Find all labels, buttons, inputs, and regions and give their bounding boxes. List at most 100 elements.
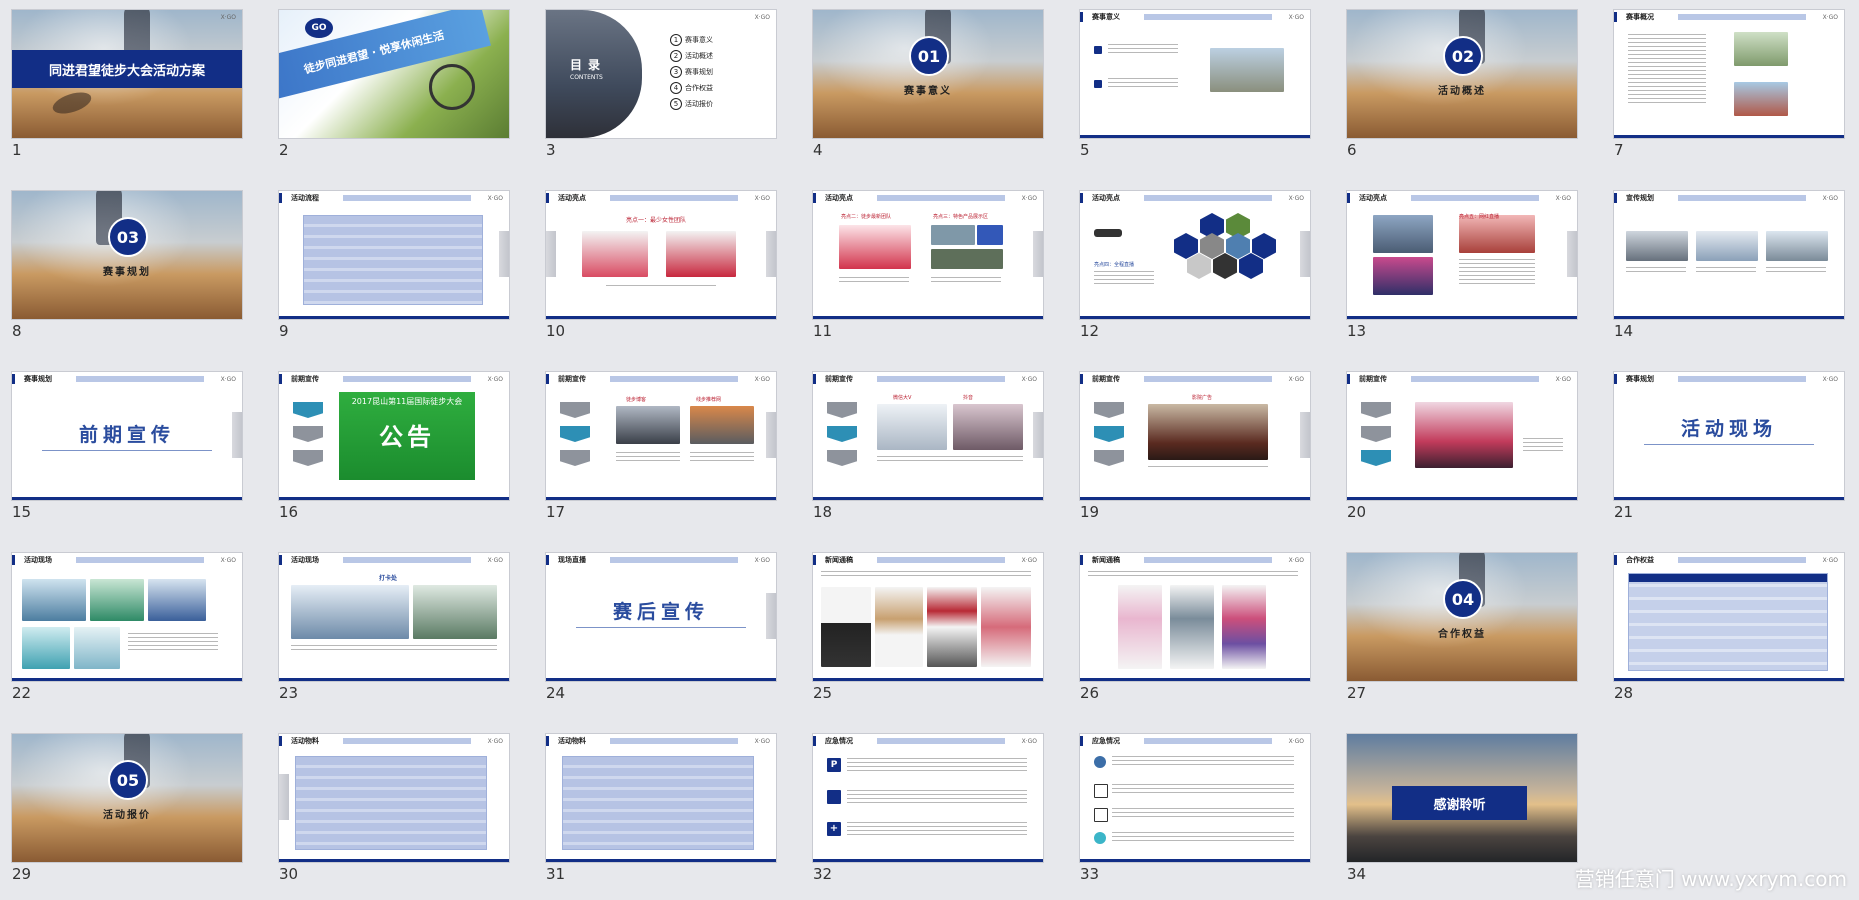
slide-header: 活动亮点 (1092, 194, 1120, 202)
fire-icon (1094, 808, 1108, 822)
slide-thumb-26[interactable]: 新闻通稿 X·GO 26 (1080, 553, 1310, 705)
info-icon (1094, 832, 1106, 844)
slide-number: 4 (813, 141, 823, 159)
slide-thumb-31[interactable]: 活动物料 X·GO 31 (546, 734, 776, 886)
slide-thumb-21[interactable]: 赛事规划 X·GO 活动现场 21 (1614, 372, 1844, 524)
slide-21[interactable]: 赛事规划 X·GO 活动现场 (1614, 372, 1844, 500)
slide-header: 宣传规划 (1626, 194, 1654, 202)
slide-number: 6 (1347, 141, 1357, 159)
slide-11[interactable]: 活动亮点 X·GO 亮点二：徒步最新团队 亮点三：特色产品展示区 (813, 191, 1043, 319)
slide-19[interactable]: 前期宣传 X·GO 影院广告 (1080, 372, 1310, 500)
slide-thumb-16[interactable]: 前期宣传 X·GO 2017昆山第11届国际徒步大会 公告 16 (279, 372, 509, 524)
slide-17[interactable]: 前期宣传 X·GO 徒步博客 线步推荐网 (546, 372, 776, 500)
slide-thumb-13[interactable]: 活动亮点 X·GO 亮点五：网红直播 13 (1347, 191, 1577, 343)
slide-thumb-22[interactable]: 活动现场 X·GO 22 (12, 553, 242, 705)
site-photo (690, 406, 754, 444)
slide-thumb-20[interactable]: 前期宣传 X·GO 20 (1347, 372, 1577, 524)
slide-thumb-6[interactable]: 02 活动概述 6 (1347, 10, 1577, 162)
slide-13[interactable]: 活动亮点 X·GO 亮点五：网红直播 (1347, 191, 1577, 319)
slide-thumb-4[interactable]: 01 赛事意义 4 (813, 10, 1043, 162)
slide-number: 11 (813, 322, 833, 340)
section-number: 04 (1443, 579, 1483, 619)
feature-photo-2 (931, 225, 975, 245)
slide-18[interactable]: 前期宣传 X·GO 微信大V 抖音 (813, 372, 1043, 500)
slide-number: 26 (1080, 684, 1100, 702)
slide-8[interactable]: 03 赛事规划 (12, 191, 242, 319)
section-label: 活动概述 (1438, 86, 1486, 97)
slide-header: 合作权益 (1626, 556, 1654, 564)
slide-25[interactable]: 新闻通稿 X·GO (813, 553, 1043, 681)
section-number: 03 (108, 217, 148, 257)
slide-thumb-15[interactable]: 赛事规划 X·GO 前期宣传 15 (12, 372, 242, 524)
slide-number: 25 (813, 684, 833, 702)
slide-header: 应急情况 (825, 737, 853, 745)
wechat-post-3 (1222, 585, 1266, 669)
slide-22[interactable]: 活动现场 X·GO (12, 553, 242, 681)
slide-thumb-7[interactable]: 赛事概况 X·GO 7 (1614, 10, 1844, 162)
highlight-subtitle: 亮点二：徒步最新团队 (841, 214, 892, 220)
slide-thumb-27[interactable]: 04 合作权益 27 (1347, 553, 1577, 705)
slide-14[interactable]: 宣传规划 X·GO (1614, 191, 1844, 319)
slide-thumb-5[interactable]: 赛事意义 X·GO 5 (1080, 10, 1310, 162)
slide-24[interactable]: 现场直播 X·GO 赛后宣传 (546, 553, 776, 681)
brand-logo: X·GO (754, 557, 770, 564)
slide-thumb-24[interactable]: 现场直播 X·GO 赛后宣传 24 (546, 553, 776, 705)
slide-thumb-34[interactable]: 感谢聆听 34 (1347, 734, 1577, 886)
slide-number: 14 (1614, 322, 1634, 340)
slide-6[interactable]: 02 活动概述 (1347, 10, 1577, 138)
slide-28[interactable]: 合作权益 X·GO (1614, 553, 1844, 681)
slide-10[interactable]: 活动亮点 X·GO 亮点一：最少女性团队 (546, 191, 776, 319)
slide-30[interactable]: 活动物料 X·GO (279, 734, 509, 862)
slide-26[interactable]: 新闻通稿 X·GO (1080, 553, 1310, 681)
slide-9[interactable]: 活动流程 X·GO (279, 191, 509, 319)
slide-27[interactable]: 04 合作权益 (1347, 553, 1577, 681)
slide-20[interactable]: 前期宣传 X·GO (1347, 372, 1577, 500)
slide-thumb-30[interactable]: 活动物料 X·GO 30 (279, 734, 509, 886)
slide-4[interactable]: 01 赛事意义 (813, 10, 1043, 138)
highlight-subtitle-2: 亮点三：特色产品展示区 (933, 214, 989, 220)
slide-thumb-17[interactable]: 前期宣传 X·GO 徒步博客 线步推荐网 17 (546, 372, 776, 524)
slide-32[interactable]: 应急情况 X·GO P + (813, 734, 1043, 862)
slide-number: 31 (546, 865, 566, 883)
slide-12[interactable]: 活动亮点 X·GO 亮点四：全程直播 (1080, 191, 1310, 319)
slide-thumb-29[interactable]: 05 活动报价 29 (12, 734, 242, 886)
slide-1[interactable]: X·GO 同进君望徒步大会活动方案 (12, 10, 242, 138)
slide-23[interactable]: 活动现场 X·GO 打卡处 (279, 553, 509, 681)
slide-5[interactable]: 赛事意义 X·GO (1080, 10, 1310, 138)
slide-15[interactable]: 赛事规划 X·GO 前期宣传 (12, 372, 242, 500)
team-photo-2 (666, 231, 736, 277)
slide-thumb-32[interactable]: 应急情况 X·GO P + 32 (813, 734, 1043, 886)
slide-thumb-9[interactable]: 活动流程 X·GO 9 (279, 191, 509, 343)
section-label: 活动报价 (103, 810, 151, 821)
news-clip-2 (875, 587, 923, 667)
slide-thumb-10[interactable]: 活动亮点 X·GO 亮点一：最少女性团队 10 (546, 191, 776, 343)
slide-thumb-28[interactable]: 合作权益 X·GO 28 (1614, 553, 1844, 705)
slide-thumb-12[interactable]: 活动亮点 X·GO 亮点四：全程直播 12 (1080, 191, 1310, 343)
slide-thumb-14[interactable]: 宣传规划 X·GO 14 (1614, 191, 1844, 343)
slide-thumb-3[interactable]: 目录 CONTENTS 1 赛事意义 2 活动概述 3 赛事规划 4 合作权益 5 活动报… (546, 10, 776, 162)
brand-logo: X·GO (754, 738, 770, 745)
slide-thumb-25[interactable]: 新闻通稿 X·GO 25 (813, 553, 1043, 705)
slide-31[interactable]: 活动物料 X·GO (546, 734, 776, 862)
slide-thumb-1[interactable]: X·GO 同进君望徒步大会活动方案 1 (12, 10, 242, 162)
slide-thumb-19[interactable]: 前期宣传 X·GO 影院广告 19 (1080, 372, 1310, 524)
slide-thumb-8[interactable]: 03 赛事规划 8 (12, 191, 242, 343)
brand-logo: X·GO (754, 14, 770, 21)
slide-16[interactable]: 前期宣传 X·GO 2017昆山第11届国际徒步大会 公告 (279, 372, 509, 500)
slide-34[interactable]: 感谢聆听 (1347, 734, 1577, 862)
lock-hex-icon (1174, 233, 1198, 259)
slide-29[interactable]: 05 活动报价 (12, 734, 242, 862)
slide-33[interactable]: 应急情况 X·GO (1080, 734, 1310, 862)
slide-header: 活动现场 (291, 556, 319, 564)
slide-2[interactable]: 徒步同进君望 · 悦享休闲生活 GO (279, 10, 509, 138)
slide-thumb-2[interactable]: 徒步同进君望 · 悦享休闲生活 GO 2 (279, 10, 509, 162)
slide-7[interactable]: 赛事概况 X·GO (1614, 10, 1844, 138)
slide-thumb-11[interactable]: 活动亮点 X·GO 亮点二：徒步最新团队 亮点三：特色产品展示区 11 (813, 191, 1043, 343)
slide-thumb-23[interactable]: 活动现场 X·GO 打卡处 23 (279, 553, 509, 705)
rights-table (1628, 573, 1828, 671)
slide-thumb-18[interactable]: 前期宣传 X·GO 微信大V 抖音 18 (813, 372, 1043, 524)
materials-table (562, 756, 754, 850)
slide-3[interactable]: 目录 CONTENTS 1 赛事意义 2 活动概述 3 赛事规划 4 合作权益 5 活动报… (546, 10, 776, 138)
slide-thumb-33[interactable]: 应急情况 X·GO 33 (1080, 734, 1310, 886)
brand-logo: X·GO (1021, 376, 1037, 383)
